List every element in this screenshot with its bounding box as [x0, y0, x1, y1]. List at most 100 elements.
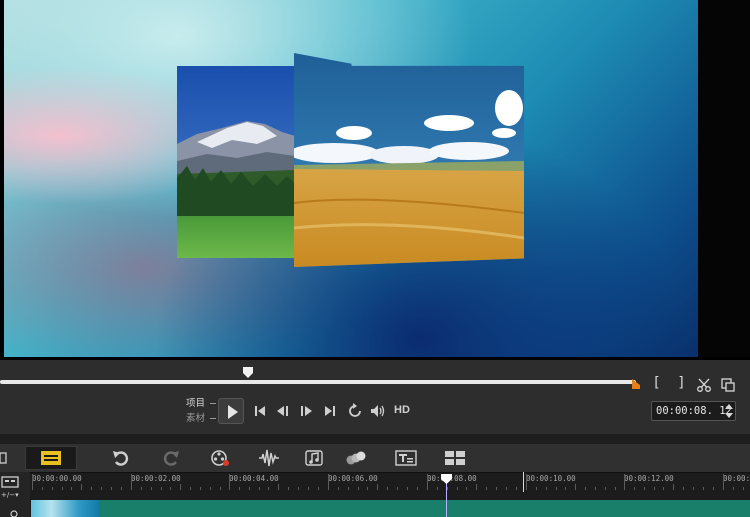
ruler-minor-tick: [457, 487, 458, 490]
ruler-minor-tick: [111, 487, 112, 490]
ruler-minor-tick: [476, 484, 477, 490]
ruler-minor-tick: [605, 487, 606, 490]
playback-scrubber[interactable]: [0, 380, 636, 384]
ruler-minor-tick: [673, 484, 674, 490]
ruler-major-tick: [624, 474, 625, 490]
mountain-landscape-photo: [177, 66, 295, 258]
enlarge-preview-icon[interactable]: [720, 376, 736, 394]
ruler-minor-tick: [575, 484, 576, 490]
ruler-minor-tick: [683, 487, 684, 490]
ruler-minor-tick: [693, 487, 694, 490]
motion-tracking-icon[interactable]: [345, 448, 367, 468]
subtitle-editor-icon[interactable]: [395, 448, 417, 468]
ruler-minor-tick: [91, 487, 92, 490]
ruler-minor-tick: [180, 484, 181, 490]
storyboard-view-icon[interactable]: [0, 448, 8, 468]
ruler-minor-tick: [190, 487, 191, 490]
multi-camera-icon[interactable]: [444, 448, 466, 468]
scissors-icon[interactable]: [696, 376, 712, 394]
video-editor-window: [ ] 项目 素材 HD 00:00:08. 12 +/−▾ 00:00:00.…: [0, 0, 750, 517]
scrubber-area: [0, 360, 750, 396]
ruler-minor-tick: [713, 487, 714, 490]
ruler-time-label: 00:00:06.00: [328, 474, 378, 483]
ruler-time-label: 00:00:10.00: [526, 474, 576, 483]
record-capture-icon[interactable]: [209, 448, 231, 468]
mode-clip-label[interactable]: 素材: [186, 411, 218, 426]
ruler-minor-tick: [516, 487, 517, 490]
ruler-minor-tick: [239, 487, 240, 490]
playhead-marker[interactable]: [441, 474, 452, 484]
ruler-minor-tick: [338, 487, 339, 490]
ruler-minor-tick: [417, 487, 418, 490]
ruler-minor-tick: [141, 487, 142, 490]
timecode-spinner-icon[interactable]: [723, 402, 735, 420]
previous-frame-icon[interactable]: [274, 403, 292, 419]
ruler-minor-tick: [268, 487, 269, 490]
ruler-minor-tick: [447, 487, 448, 490]
video-clip[interactable]: [31, 500, 750, 517]
ruler-minor-tick: [556, 487, 557, 490]
ruler-minor-tick: [358, 487, 359, 490]
ruler-minor-tick: [437, 487, 438, 490]
ruler-minor-tick: [298, 487, 299, 490]
ruler-minor-tick: [486, 487, 487, 490]
go-to-end-icon[interactable]: [322, 403, 338, 419]
playback-mode-toggle[interactable]: 项目 素材: [186, 396, 218, 426]
ruler-minor-tick: [496, 487, 497, 490]
auto-music-icon[interactable]: [303, 448, 325, 468]
next-frame-icon[interactable]: [298, 403, 316, 419]
ruler-minor-tick: [585, 487, 586, 490]
ruler-minor-tick: [278, 484, 279, 490]
volume-icon[interactable]: [369, 403, 387, 419]
track-settings-icon[interactable]: +/−▾: [0, 472, 30, 517]
ruler-minor-tick: [654, 487, 655, 490]
ruler-time-label: 00:00:1: [723, 474, 750, 483]
play-icon: [228, 405, 238, 419]
hd-preview-toggle[interactable]: HD: [394, 404, 410, 416]
ruler-minor-tick: [101, 487, 102, 490]
ruler-minor-tick: [210, 487, 211, 490]
mode-project-label[interactable]: 项目: [186, 396, 218, 411]
ruler-minor-tick: [397, 487, 398, 490]
play-button[interactable]: [218, 398, 244, 424]
ruler-cursor: [523, 472, 524, 492]
ruler-minor-tick: [733, 487, 734, 490]
ruler-minor-tick: [546, 487, 547, 490]
timeline-view-icon: [41, 451, 61, 465]
go-to-start-icon[interactable]: [252, 403, 268, 419]
ruler-minor-tick: [62, 487, 63, 490]
ruler-time-label: 00:00:12.00: [624, 474, 674, 483]
scrubber-thumb[interactable]: [243, 367, 253, 378]
ruler-minor-tick: [743, 487, 744, 490]
ruler-minor-tick: [466, 487, 467, 490]
ruler-minor-tick: [170, 487, 171, 490]
ruler-minor-tick: [151, 487, 152, 490]
redo-icon[interactable]: [160, 448, 182, 468]
ruler-minor-tick: [220, 487, 221, 490]
repeat-icon[interactable]: [347, 403, 363, 419]
ruler-minor-tick: [308, 487, 309, 490]
ruler-minor-tick: [407, 487, 408, 490]
ruler-minor-tick: [536, 487, 537, 490]
audio-mixer-icon[interactable]: [258, 448, 280, 468]
ruler-time-label: 00:00:02.00: [131, 474, 181, 483]
ruler-major-tick: [229, 474, 230, 490]
ruler-minor-tick: [387, 487, 388, 490]
ruler-minor-tick: [71, 487, 72, 490]
ruler-minor-tick: [348, 487, 349, 490]
trim-end-marker[interactable]: [632, 379, 640, 389]
ruler-major-tick: [427, 474, 428, 490]
track-header: +/−▾: [0, 472, 30, 517]
ruler-minor-tick: [367, 487, 368, 490]
ruler-time-label: 00:00:00.00: [32, 474, 82, 483]
mark-in-button[interactable]: [: [649, 375, 665, 393]
panel-divider: [0, 434, 750, 444]
ruler-time-label: 00:00:04.00: [229, 474, 279, 483]
svg-text:+/−▾: +/−▾: [1, 491, 19, 499]
ruler-minor-tick: [703, 487, 704, 490]
wheat-field-photo: [294, 53, 524, 267]
mark-out-button[interactable]: ]: [673, 375, 689, 393]
ruler-major-tick: [526, 474, 527, 490]
ruler-major-tick: [131, 474, 132, 490]
undo-icon[interactable]: [110, 448, 132, 468]
